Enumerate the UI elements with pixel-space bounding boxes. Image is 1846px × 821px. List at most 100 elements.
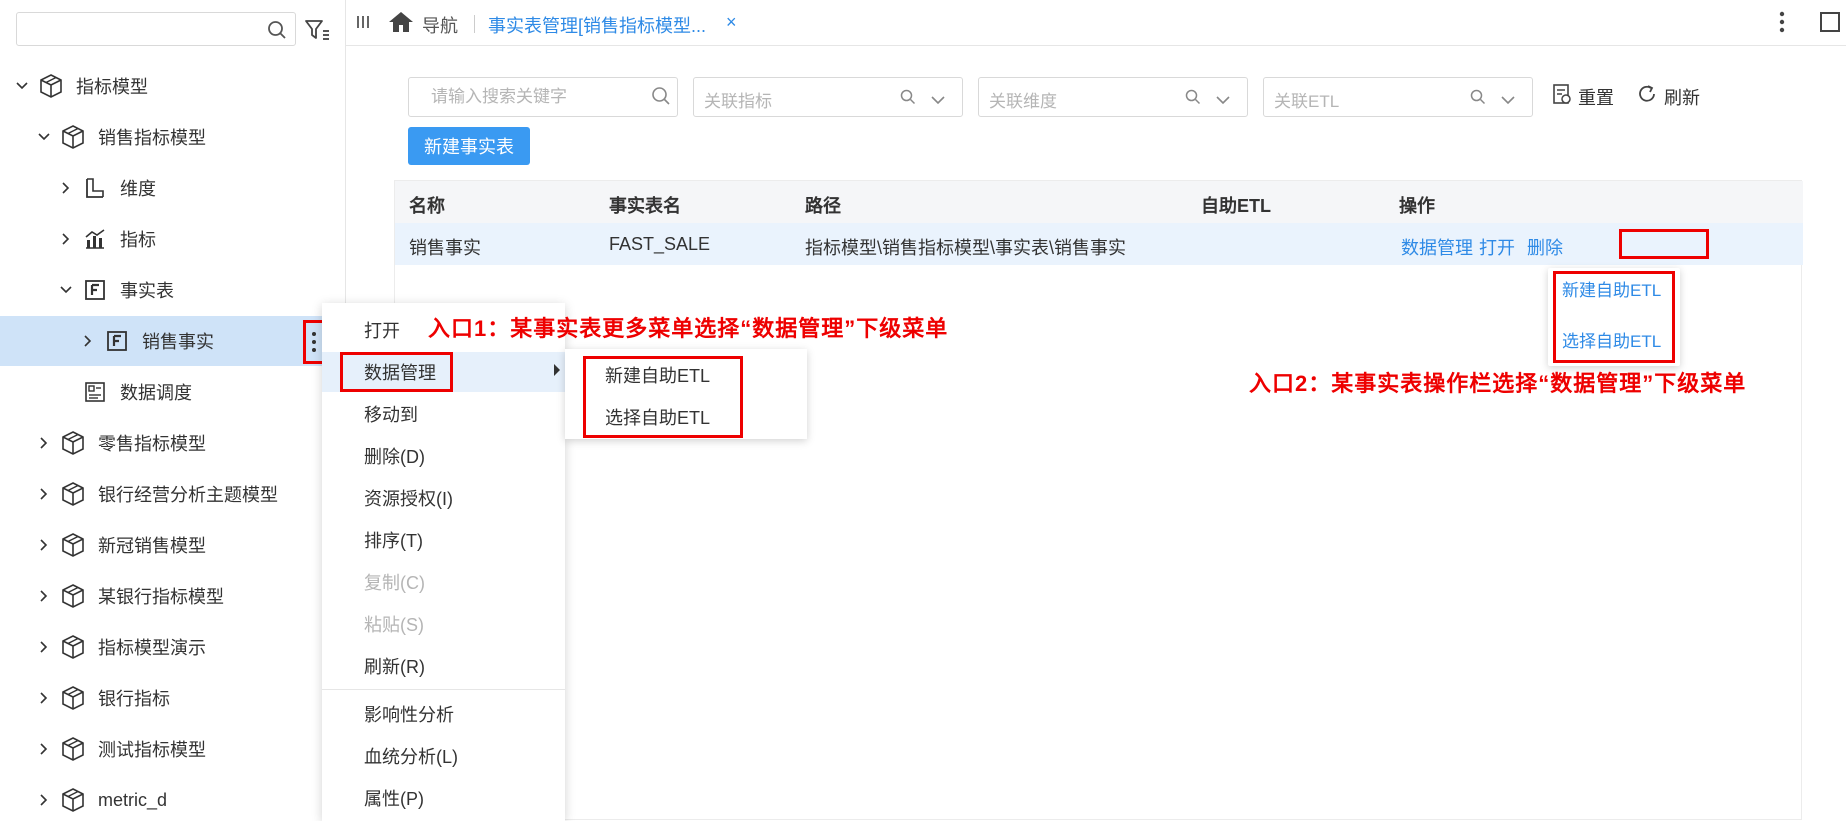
reset-icon (1552, 83, 1572, 110)
column-header-name: 名称 (409, 196, 445, 216)
collapse-bars-icon[interactable] (356, 14, 370, 35)
refresh-icon (1636, 83, 1658, 110)
chevron-down-icon[interactable] (58, 282, 74, 298)
tree-item-data-schedule[interactable]: 数据调度 (0, 367, 346, 417)
tab-close-icon[interactable]: × (726, 12, 737, 33)
tree-item-dimension[interactable]: 维度 (0, 163, 346, 213)
submenu-select-etl-item[interactable]: 选择自助ETL (605, 404, 710, 430)
context-menu-divider (322, 689, 565, 690)
chevron-right-icon[interactable] (36, 741, 52, 757)
tree-item-covid-sales-model[interactable]: 新冠销售模型 (0, 520, 346, 570)
etl-select[interactable]: 关联ETL (1263, 77, 1533, 117)
context-menu-item-refresh[interactable]: 刷新(R) (322, 646, 565, 686)
op-open-link[interactable]: 打开 (1479, 234, 1515, 260)
tree-item-test-metric-model[interactable]: 测试指标模型 (0, 724, 346, 774)
more-vertical-icon[interactable] (1778, 10, 1786, 39)
chevron-right-icon[interactable] (36, 690, 52, 706)
keyword-search (408, 77, 678, 117)
submenu-new-etl-item[interactable]: 新建自助ETL (605, 362, 710, 388)
chevron-right-icon[interactable] (58, 231, 74, 247)
context-menu-item-sort[interactable]: 排序(T) (322, 520, 565, 560)
chevron-down-icon (1215, 90, 1231, 111)
tree-item-bank-metrics[interactable]: 银行指标 (0, 673, 346, 723)
tree-item-bank-analysis-model[interactable]: 银行经营分析主题模型 (0, 469, 346, 519)
tree-item-sales-fact[interactable]: 销售事实 (0, 316, 346, 366)
context-menu-item-lineage-analysis[interactable]: 血统分析(L) (322, 736, 565, 776)
search-icon (1470, 89, 1486, 110)
nav-tab-label[interactable]: 导航 (422, 12, 458, 38)
top-tab-bar: 导航 事实表管理[销售指标模型... × (346, 0, 1846, 46)
fact-table-icon (82, 277, 108, 303)
context-menu-item-resource-authorize[interactable]: 资源授权(I) (322, 478, 565, 518)
tree-item-label: 指标模型演示 (98, 638, 206, 658)
new-fact-table-button[interactable]: 新建事实表 (408, 127, 530, 165)
search-icon[interactable] (267, 20, 287, 45)
tree-item-metric-d[interactable]: metric_d (0, 775, 346, 821)
chevron-right-icon[interactable] (36, 639, 52, 655)
annotation-entry-1: 入口1：某事实表更多菜单选择“数据管理”下级菜单 (428, 316, 949, 341)
home-icon[interactable] (388, 11, 414, 38)
tree-item-label: 测试指标模型 (98, 740, 206, 760)
context-menu-item-copy: 复制(C) (364, 573, 425, 593)
keyword-search-input[interactable] (409, 78, 639, 116)
filter-icon[interactable] (304, 18, 330, 47)
reset-label: 重置 (1578, 87, 1614, 108)
op-delete-link[interactable]: 删除 (1527, 234, 1563, 260)
metric-select-placeholder: 关联指标 (704, 92, 772, 111)
tree-item-label: 指标模型 (76, 77, 148, 97)
table-row[interactable]: 销售事实 FAST_SALE 指标模型\销售指标模型\事实表\销售事实 数据管理… (395, 223, 1803, 265)
tree-item-metric[interactable]: 指标 (0, 214, 346, 264)
data-schedule-icon (82, 379, 108, 405)
model-cube-icon (60, 685, 86, 711)
dimension-select[interactable]: 关联维度 (978, 77, 1248, 117)
chevron-right-icon[interactable] (36, 435, 52, 451)
chevron-down-icon (930, 90, 946, 111)
highlight-box (340, 352, 453, 392)
model-cube-icon (60, 787, 86, 813)
cell-table-name: FAST_SALE (609, 234, 711, 254)
chevron-right-icon[interactable] (36, 486, 52, 502)
tree-item-bank-metric-model[interactable]: 某银行指标模型 (0, 571, 346, 621)
tree-item-label: 新冠销售模型 (98, 536, 206, 556)
chevron-right-icon[interactable] (80, 333, 96, 349)
column-header-operations: 操作 (1399, 196, 1435, 216)
dimension-icon (82, 175, 108, 201)
model-cube-icon (60, 532, 86, 558)
etl-select-placeholder: 关联ETL (1274, 92, 1340, 111)
fact-table-icon (104, 328, 130, 354)
chevron-right-icon[interactable] (36, 792, 52, 808)
tree-item-label: 银行经营分析主题模型 (98, 485, 278, 505)
model-cube-icon (60, 430, 86, 456)
tree-item-retail-metric-model[interactable]: 零售指标模型 (0, 418, 346, 468)
metric-select[interactable]: 关联指标 (693, 77, 963, 117)
chevron-down-icon[interactable] (36, 129, 52, 145)
chevron-right-icon[interactable] (58, 180, 74, 196)
tree-item-label: 某银行指标模型 (98, 587, 224, 607)
model-cube-icon (60, 736, 86, 762)
context-menu-item-delete[interactable]: 删除(D) (322, 436, 565, 476)
tree-item-label: 事实表 (120, 281, 174, 301)
tab-fact-table-management[interactable]: 事实表管理[销售指标模型... (488, 12, 706, 38)
op-data-management-link[interactable]: 数据管理 (1401, 234, 1473, 260)
fullscreen-icon[interactable] (1820, 12, 1840, 32)
chevron-right-icon[interactable] (36, 537, 52, 553)
tree-item-label: 零售指标模型 (98, 434, 206, 454)
highlight-box (1619, 229, 1709, 259)
tree-item-metric-model[interactable]: 指标模型 (0, 61, 346, 111)
refresh-button[interactable]: 刷新 (1636, 83, 1700, 110)
context-menu-item-move-to[interactable]: 移动到 (322, 394, 565, 434)
context-menu-item-impact-analysis[interactable]: 影响性分析 (322, 694, 565, 734)
tree-item-fact-table[interactable]: 事实表 (0, 265, 346, 315)
chevron-down-icon[interactable] (14, 78, 30, 94)
reset-button[interactable]: 重置 (1552, 83, 1614, 110)
context-menu-item-properties[interactable]: 属性(P) (322, 778, 565, 818)
chevron-right-icon[interactable] (36, 588, 52, 604)
search-icon[interactable] (651, 86, 671, 111)
sidebar-search-input[interactable] (16, 12, 296, 46)
tree-item-metric-model-demo[interactable]: 指标模型演示 (0, 622, 346, 672)
tree-item-label: 数据调度 (120, 383, 192, 403)
tree-item-sales-metric-model[interactable]: 销售指标模型 (0, 112, 346, 162)
op-select-etl-item[interactable]: 选择自助ETL (1562, 327, 1661, 352)
model-cube-icon (60, 124, 86, 150)
op-new-etl-item[interactable]: 新建自助ETL (1562, 276, 1661, 301)
